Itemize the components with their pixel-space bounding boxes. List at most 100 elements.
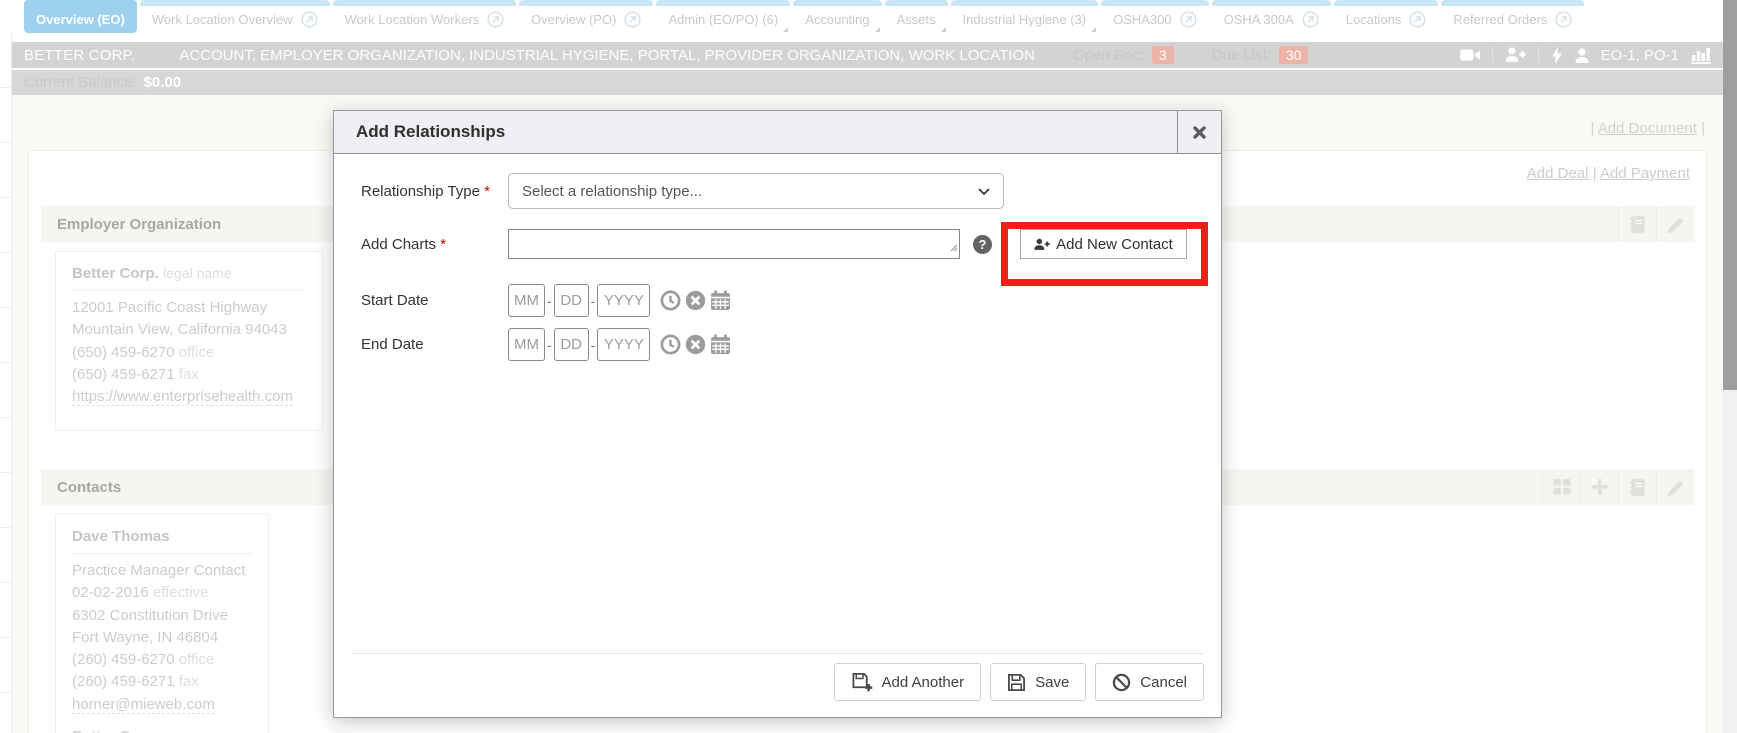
add-deal-link[interactable]: Add Deal [1527,165,1589,182]
menu-corner-icon [941,27,946,32]
tab-overview-eo[interactable]: Overview (EO) [24,0,137,33]
phone-note: office [179,651,215,668]
tab-work-location-overview[interactable]: Work Location Overview [140,0,330,33]
tab-assets[interactable]: Assets [885,0,948,33]
user-icon[interactable] [1575,48,1589,63]
address-book-icon[interactable] [1618,206,1656,242]
save-plus-icon [851,672,873,692]
app-window: Overview (EO) Work Location Overview Wor… [0,0,1737,733]
chart-refs[interactable]: EO-1, PO-1 [1601,47,1679,64]
start-date-year-input[interactable] [597,284,650,317]
employer-address1: 12001 Pacific Coast Highway [72,297,306,319]
tab-osha300[interactable]: OSHA300 [1101,0,1209,33]
chart-categories: ACCOUNT, EMPLOYER ORGANIZATION, INDUSTRI… [179,47,1035,64]
external-link-icon[interactable] [1180,11,1197,28]
add-user-icon [1034,238,1050,251]
time-clock-icon[interactable] [659,290,681,312]
add-charts-input[interactable] [508,229,960,259]
tab-overview-po[interactable]: Overview (PO) [519,0,653,33]
end-date-month-input[interactable] [508,328,545,361]
cancel-button[interactable]: Cancel [1095,663,1204,701]
start-date-day-input[interactable] [554,284,589,317]
external-link-icon[interactable] [487,11,504,28]
vertical-scrollbar[interactable] [1723,0,1737,733]
tab-industrial-hygiene[interactable]: Industrial Hygiene (3) [951,0,1099,33]
due-list-badge[interactable]: 30 [1279,46,1309,64]
external-link-icon[interactable] [1555,11,1572,28]
start-date-month-input[interactable] [508,284,545,317]
employer-name: Better Corp. [72,265,159,282]
menu-corner-icon [1091,27,1096,32]
tab-referred-orders[interactable]: Referred Orders [1441,0,1584,33]
relationship-type-select[interactable]: Select a relationship type... [508,173,1004,209]
contact-effective-date: 02-02-2016 [72,584,149,601]
modal-header: Add Relationships [334,111,1221,154]
video-camera-icon[interactable] [1460,48,1480,62]
employer-phone: (650) 459-6270 [72,344,175,361]
relationship-type-label: Relationship Type * [361,183,508,200]
edit-pencil-icon[interactable] [1656,469,1694,505]
chevron-down-icon [978,188,990,195]
calendar-icon[interactable] [709,334,731,356]
save-button[interactable]: Save [990,663,1086,701]
employer-website-link[interactable]: https://www.enterprisehealth.com [72,388,293,406]
contact-phone: (260) 459-6270 [72,651,175,668]
section-title: Employer Organization [41,216,221,233]
time-clock-icon[interactable] [659,334,681,356]
employer-fax: (650) 459-6271 [72,366,175,383]
phone-note: office [179,344,215,361]
close-icon[interactable] [1177,111,1221,153]
tab-accounting[interactable]: Accounting [793,0,881,33]
add-charts-label: Add Charts * [361,236,508,253]
modal-footer: Add Another Save Cancel [352,653,1204,701]
add-document-link[interactable]: Add Document [1598,120,1697,137]
clear-date-icon[interactable] [684,290,706,312]
contact-role: Practice Manager Contact [72,560,252,582]
clear-date-icon[interactable] [684,334,706,356]
tab-work-location-workers[interactable]: Work Location Workers [333,0,517,33]
external-link-icon[interactable] [1409,11,1426,28]
scrollbar-thumb[interactable] [1723,0,1737,390]
resize-handle-icon[interactable] [950,239,958,257]
external-link-icon[interactable] [624,11,641,28]
address-book-icon[interactable] [1618,469,1656,505]
external-link-icon[interactable] [1302,11,1319,28]
add-user-icon[interactable] [1505,47,1526,63]
open-enc-label: Open Enc: [1073,47,1144,64]
lightning-bolt-icon[interactable] [1551,47,1563,64]
help-icon[interactable]: ? [973,235,992,254]
end-date-day-input[interactable] [554,328,589,361]
add-new-contact-button[interactable]: Add New Contact [1020,229,1187,259]
tab-locations[interactable]: Locations [1334,0,1439,33]
divider [1538,47,1539,63]
open-enc-badge[interactable]: 3 [1152,46,1174,64]
tab-admin-eo-po[interactable]: Admin (EO/PO) (6) [656,0,790,33]
end-date-year-input[interactable] [597,328,650,361]
patient-info-bar: BETTER CORP. ACCOUNT, EMPLOYER ORGANIZAT… [12,42,1723,68]
bar-chart-icon[interactable] [1691,47,1711,64]
company-name: BETTER CORP. [24,47,135,64]
modal-title: Add Relationships [334,122,505,142]
edit-pencil-icon[interactable] [1656,206,1694,242]
divider [72,553,252,554]
required-marker: * [484,183,490,200]
add-another-button[interactable]: Add Another [834,663,982,701]
add-payment-link[interactable]: Add Payment [1600,165,1690,182]
grid-view-icon[interactable] [1542,469,1580,505]
fax-note: fax [179,673,199,690]
contact-email-link[interactable]: horner@mieweb.com [72,696,215,714]
add-relationships-modal: Add Relationships Relationship Type * Se… [333,110,1222,718]
select-value: Select a relationship type... [522,183,702,200]
divider [1492,47,1493,63]
add-plus-icon[interactable] [1580,469,1618,505]
add-document-row: | Add Document | [1590,120,1705,137]
tab-osha300a[interactable]: OSHA 300A [1212,0,1331,33]
calendar-icon[interactable] [709,290,731,312]
next-contact-name-partial: Better Corp. [72,728,252,733]
red-highlight-annotation: Add New Contact [1001,222,1208,286]
legal-name-note: legal name [163,265,232,281]
external-link-icon[interactable] [301,11,318,28]
save-disk-icon [1007,673,1026,692]
add-deal-row: Add Deal | Add Payment [1527,165,1690,182]
contact-address2: Fort Wayne, IN 46804 [72,627,252,649]
